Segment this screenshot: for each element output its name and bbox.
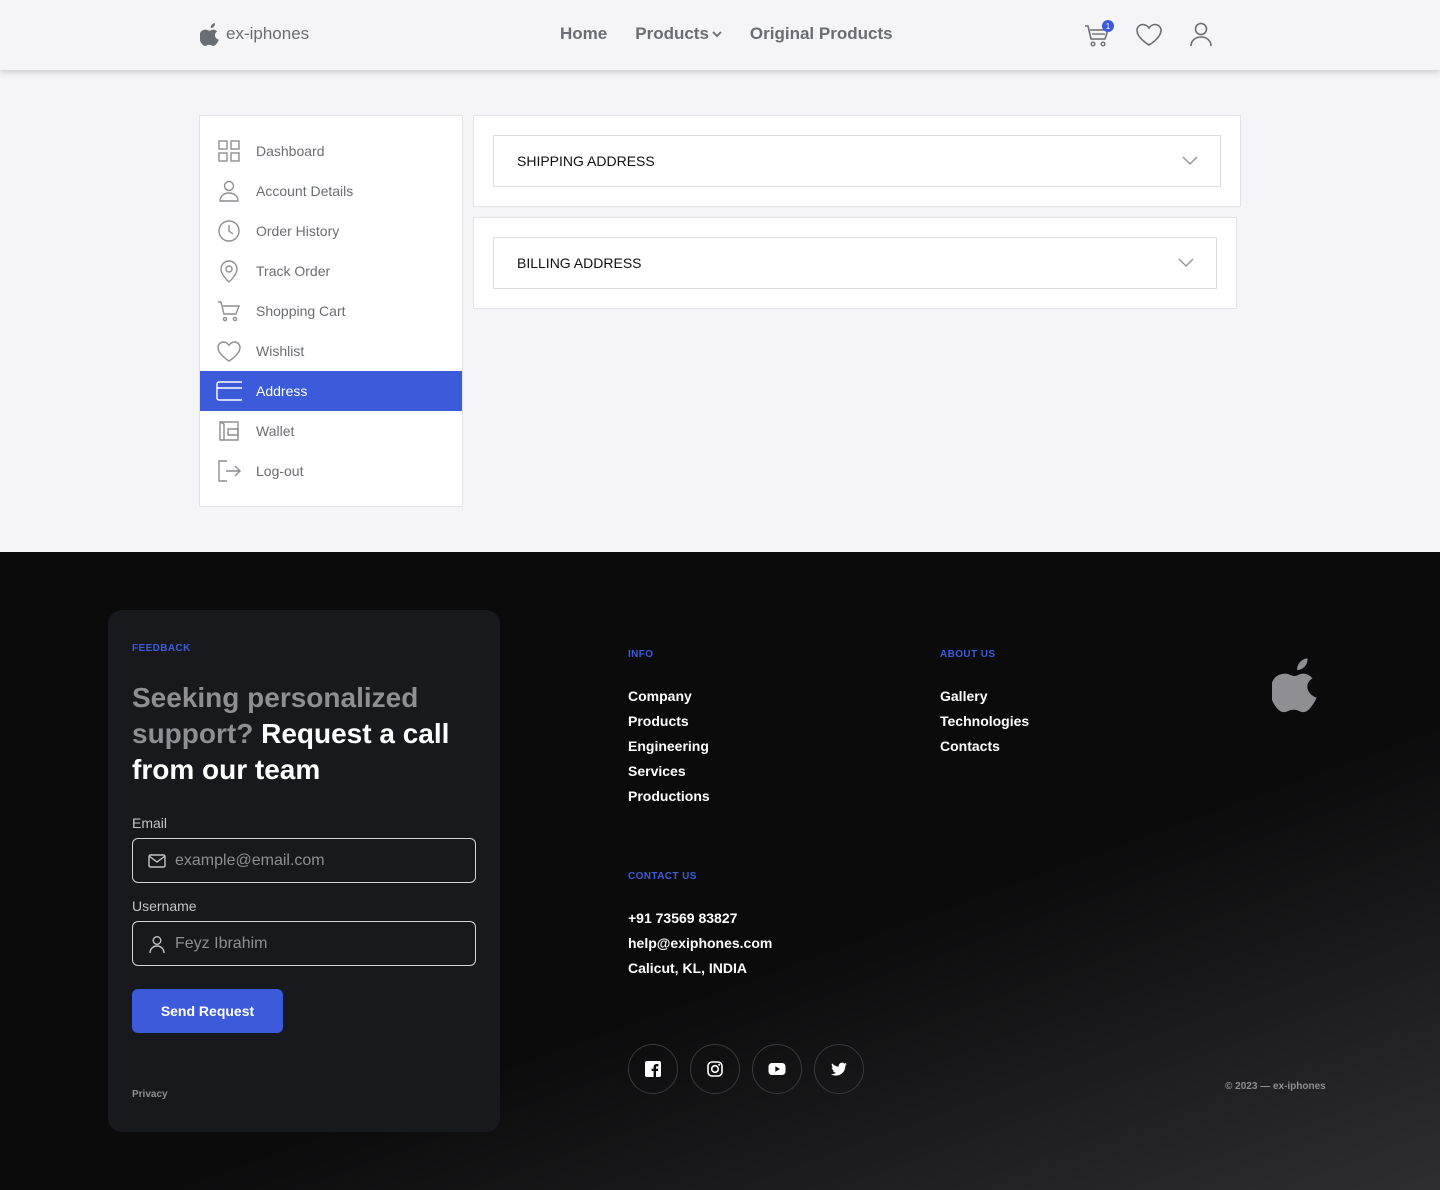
nav-home-label: Home — [560, 24, 608, 43]
email-label: Email — [132, 815, 168, 831]
main-nav: Home Products Original Products — [560, 24, 893, 44]
user-icon — [1190, 22, 1212, 47]
brand-name: ex-iphones — [226, 24, 310, 43]
footer-link-products[interactable]: Products — [628, 709, 710, 734]
footer-contact-column: CONTACT US +91 73569 83827 help@exiphone… — [628, 871, 772, 981]
grid-icon — [218, 140, 240, 162]
sidebar-item-label: Wishlist — [256, 343, 305, 359]
sidebar-item-order-history[interactable]: Order History — [200, 211, 462, 251]
send-request-button[interactable]: Send Request — [132, 989, 283, 1033]
email-field-wrapper — [132, 838, 476, 883]
account-button[interactable] — [1186, 20, 1216, 50]
sidebar-item-label: Wallet — [256, 423, 295, 439]
sidebar-item-dashboard[interactable]: Dashboard — [200, 131, 462, 171]
username-field-wrapper — [132, 921, 476, 966]
cart-icon — [218, 301, 241, 322]
sidebar-item-label: Account Details — [256, 183, 354, 199]
twitter-icon — [831, 1062, 847, 1076]
nav-original-products-label: Original Products — [749, 24, 893, 43]
sidebar-item-label: Track Order — [256, 263, 331, 279]
card-icon — [216, 381, 242, 401]
sidebar-item-label: Order History — [256, 223, 340, 239]
chevron-down-icon — [712, 31, 722, 38]
about-title: ABOUT US — [940, 649, 996, 660]
sidebar-item-shopping-cart[interactable]: Shopping Cart — [200, 291, 462, 331]
mail-icon — [148, 853, 166, 868]
footer-link-company[interactable]: Company — [628, 684, 710, 709]
footer-about-column: ABOUT US Gallery Technologies Contacts — [940, 649, 1029, 759]
social-links — [628, 1044, 864, 1094]
billing-address-card: BILLING ADDRESS — [473, 217, 1237, 309]
instagram-button[interactable] — [690, 1044, 740, 1094]
sidebar-item-label: Address — [256, 383, 308, 399]
sidebar-item-label: Shopping Cart — [256, 303, 346, 319]
nav-original-products[interactable]: Original Products — [750, 24, 893, 44]
shipping-address-accordion[interactable]: SHIPPING ADDRESS — [493, 135, 1221, 187]
sidebar-item-label: Log-out — [256, 463, 304, 479]
youtube-icon — [768, 1063, 786, 1075]
heart-icon — [1136, 23, 1162, 46]
billing-address-accordion[interactable]: BILLING ADDRESS — [493, 237, 1217, 289]
site-footer: FEEDBACK Seeking personalized support? R… — [0, 552, 1440, 1190]
sidebar-item-wallet[interactable]: Wallet — [200, 411, 462, 451]
sidebar-item-track-order[interactable]: Track Order — [200, 251, 462, 291]
wallet-icon — [219, 421, 239, 441]
youtube-button[interactable] — [752, 1044, 802, 1094]
site-header: ex-iphones Home Products Original Produc… — [0, 0, 1440, 70]
user-icon — [149, 935, 165, 953]
email-field[interactable] — [175, 851, 465, 870]
instagram-icon — [707, 1061, 723, 1077]
footer-info-column: INFO Company Products Engineering Servic… — [628, 649, 710, 809]
shipping-address-card: SHIPPING ADDRESS — [473, 115, 1241, 207]
contact-email[interactable]: help@exiphones.com — [628, 931, 772, 956]
sidebar-item-account-details[interactable]: Account Details — [200, 171, 462, 211]
feedback-eyebrow: FEEDBACK — [132, 643, 191, 654]
chevron-down-icon — [1178, 258, 1194, 267]
footer-link-engineering[interactable]: Engineering — [628, 734, 710, 759]
facebook-icon — [645, 1061, 661, 1077]
wishlist-button[interactable] — [1134, 20, 1164, 50]
feedback-card: FEEDBACK Seeking personalized support? R… — [108, 610, 500, 1132]
cart-count-badge: 1 — [1102, 20, 1114, 32]
copyright: © 2023 — ex-iphones — [1225, 1081, 1326, 1092]
apple-logo-icon — [1272, 658, 1317, 713]
sidebar-item-logout[interactable]: Log-out — [200, 451, 462, 491]
username-field[interactable] — [175, 934, 465, 953]
clock-icon — [218, 220, 240, 242]
shipping-address-title: SHIPPING ADDRESS — [517, 153, 655, 169]
chevron-down-icon — [1182, 156, 1198, 165]
account-sidebar: Dashboard Account Details Order History … — [199, 115, 463, 507]
billing-address-title: BILLING ADDRESS — [517, 255, 642, 271]
user-icon — [219, 180, 239, 202]
twitter-button[interactable] — [814, 1044, 864, 1094]
sidebar-item-label: Dashboard — [256, 143, 325, 159]
footer-link-services[interactable]: Services — [628, 759, 710, 784]
feedback-heading: Seeking personalized support? Request a … — [132, 680, 472, 788]
privacy-link[interactable]: Privacy — [132, 1089, 168, 1100]
footer-link-contacts[interactable]: Contacts — [940, 734, 1029, 759]
info-title: INFO — [628, 649, 654, 660]
contact-title: CONTACT US — [628, 871, 697, 882]
facebook-button[interactable] — [628, 1044, 678, 1094]
brand-logo[interactable]: ex-iphones — [200, 21, 309, 47]
header-actions: 1 — [1082, 20, 1216, 50]
nav-products[interactable]: Products — [635, 24, 722, 44]
footer-link-gallery[interactable]: Gallery — [940, 684, 1029, 709]
cart-button[interactable]: 1 — [1082, 20, 1114, 50]
nav-products-label: Products — [635, 24, 709, 43]
logout-icon — [218, 460, 241, 482]
footer-link-technologies[interactable]: Technologies — [940, 709, 1029, 734]
contact-address: Calicut, KL, INDIA — [628, 960, 748, 976]
location-pin-icon — [220, 260, 238, 283]
sidebar-item-wishlist[interactable]: Wishlist — [200, 331, 462, 371]
heart-icon — [217, 341, 241, 362]
contact-phone[interactable]: +91 73569 83827 — [628, 906, 772, 931]
sidebar-item-address[interactable]: Address — [200, 371, 462, 411]
footer-link-productions[interactable]: Productions — [628, 784, 710, 809]
nav-home[interactable]: Home — [560, 24, 607, 44]
apple-icon — [200, 23, 219, 46]
username-label: Username — [132, 898, 197, 914]
